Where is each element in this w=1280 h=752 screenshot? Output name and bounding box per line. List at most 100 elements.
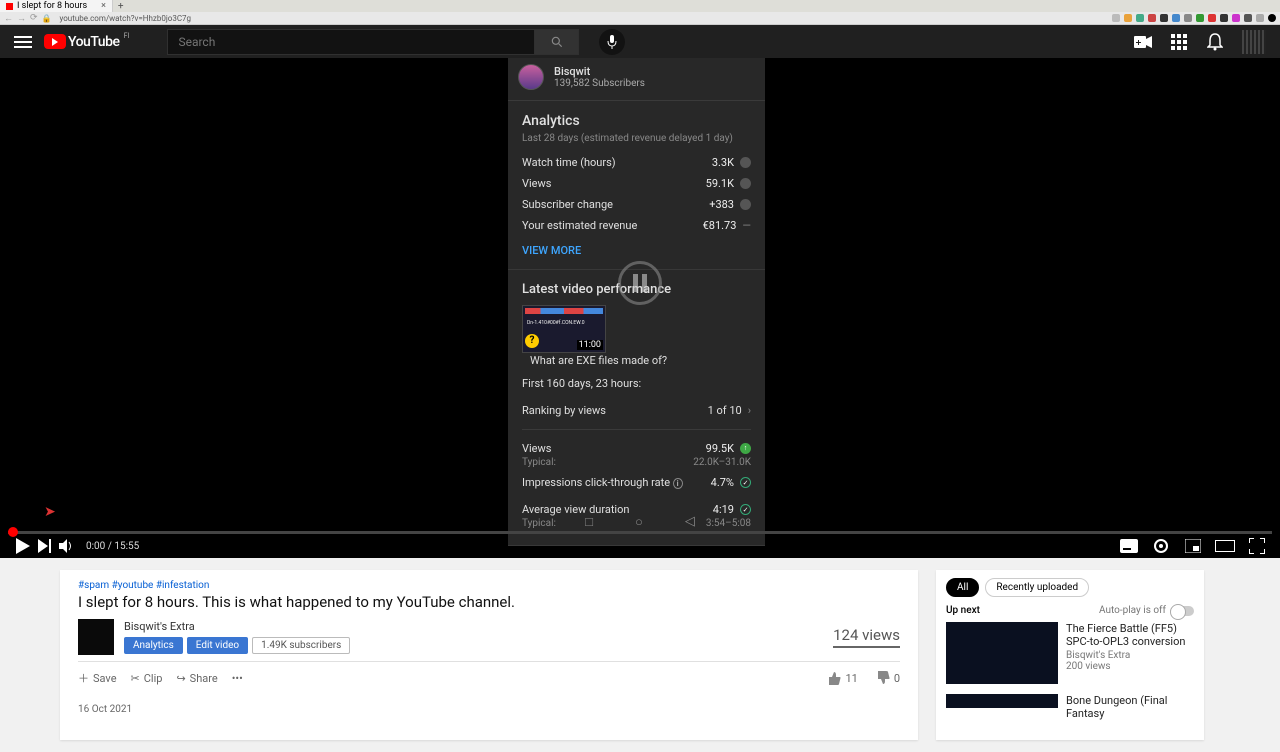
subtitles-button[interactable] (1118, 535, 1140, 557)
ext-icon[interactable] (1220, 14, 1228, 22)
hamburger-icon[interactable] (14, 36, 32, 48)
gear-icon (1153, 538, 1169, 554)
autoplay-toggle[interactable] (1170, 606, 1194, 616)
yt-logo-icon (44, 34, 66, 49)
close-icon[interactable]: × (101, 1, 106, 11)
latest-video-title: What are EXE files made of? (530, 354, 670, 367)
theater-button[interactable] (1214, 535, 1236, 557)
scissors-icon: ✂ (131, 672, 140, 685)
browser-chrome: I slept for 8 hours × + ← → ⟳ 🔒 youtube.… (0, 0, 1280, 25)
lv-ctr: Impressions click-through rate i 4.7% ✓ (522, 472, 751, 493)
rec-channel: Bisqwit's Extra (1066, 650, 1194, 661)
settings-button[interactable] (1150, 535, 1172, 557)
pause-icon (618, 261, 662, 305)
square-icon: □ (585, 514, 593, 530)
search-input[interactable] (167, 29, 535, 55)
video-player[interactable]: ➤ Bisqwit 139,582 Subscribers Analytics … (0, 58, 1280, 558)
ext-icon[interactable] (1112, 14, 1120, 22)
analytics-heading: Analytics (522, 113, 751, 129)
play-button[interactable] (12, 535, 34, 557)
miniplayer-icon (1185, 539, 1201, 553)
ranking-row[interactable]: Ranking by views 1 of 10 › (522, 396, 751, 425)
ext-icon[interactable] (1208, 14, 1216, 22)
channel-name[interactable]: Bisqwit's Extra (124, 620, 833, 633)
metric-value: 4:19 (713, 503, 734, 516)
tab-title: I slept for 8 hours (17, 1, 87, 11)
ext-icon[interactable] (1268, 14, 1276, 22)
video-title: I slept for 8 hours. This is what happen… (78, 593, 900, 611)
browser-tab[interactable]: I slept for 8 hours × (0, 0, 113, 12)
thumb-down-icon (876, 671, 890, 685)
notifications-button[interactable] (1206, 33, 1224, 51)
meta-row: Bisqwit's Extra Analytics Edit video 1.4… (78, 619, 900, 662)
fullscreen-button[interactable] (1246, 535, 1268, 557)
dislike-button[interactable]: 0 (876, 671, 900, 685)
rec-thumbnail (946, 622, 1058, 684)
yt-header: YouTube FI (0, 25, 1280, 58)
extension-tray (1112, 14, 1276, 22)
voice-search-button[interactable] (599, 29, 625, 55)
lv-views-typical: Typical: 22.0K–31.0K (522, 457, 751, 468)
ext-icon[interactable] (1232, 14, 1240, 22)
more-button[interactable]: ••• (232, 672, 243, 685)
analytics-pill[interactable]: Analytics (124, 637, 183, 654)
metric-value: 4.7% (711, 476, 734, 489)
metric-indicator-icon (740, 199, 751, 210)
lv-views: Views 99.5K ↑ (522, 438, 751, 459)
ext-icon[interactable] (1136, 14, 1144, 22)
like-button[interactable]: 11 (827, 671, 857, 685)
channel-avatar-icon (518, 64, 544, 90)
next-button[interactable] (34, 535, 56, 557)
yt-locale: FI (124, 32, 130, 40)
rec-title: Bone Dungeon (Final Fantasy (1066, 694, 1194, 720)
ext-icon[interactable] (1184, 14, 1192, 22)
channel-thumbnail[interactable] (78, 619, 114, 655)
info-icon[interactable]: i (673, 478, 683, 489)
ext-icon[interactable] (1160, 14, 1168, 22)
ext-icon[interactable] (1124, 14, 1132, 22)
edit-video-pill[interactable]: Edit video (187, 637, 248, 654)
ext-icon[interactable] (1172, 14, 1180, 22)
tab-strip: I slept for 8 hours × + (0, 0, 1280, 12)
volume-button[interactable] (56, 535, 78, 557)
url-bar[interactable]: youtube.com/watch?v=Hhzb0jo3C7g (56, 14, 1108, 23)
metric-value: +383 (709, 198, 734, 211)
save-button[interactable]: ＋Save (78, 670, 117, 686)
cursor-icon: ➤ (44, 504, 56, 520)
metric-label: Watch time (hours) (522, 156, 712, 169)
reload-icon[interactable]: ⟳ (30, 13, 38, 23)
miniplayer-button[interactable] (1182, 535, 1204, 557)
nav-bar: ← → ⟳ 🔒 youtube.com/watch?v=Hhzb0jo3C7g (0, 12, 1280, 24)
search-form (167, 29, 579, 55)
views-box: 124 views (833, 626, 900, 648)
rec-title: The Fierce Battle (FF5) SPC-to-OPL3 conv… (1066, 622, 1194, 648)
yt-logo[interactable]: YouTube FI (44, 34, 119, 50)
recommendation-item[interactable]: The Fierce Battle (FF5) SPC-to-OPL3 conv… (946, 622, 1194, 684)
ext-icon[interactable] (1256, 14, 1264, 22)
clip-button[interactable]: ✂Clip (131, 672, 163, 685)
create-button[interactable] (1134, 33, 1152, 51)
view-more-button[interactable]: VIEW MORE (522, 244, 751, 257)
chip-recent[interactable]: Recently uploaded (985, 578, 1089, 597)
share-button[interactable]: ↪Share (176, 672, 217, 685)
recommendation-item[interactable]: Bone Dungeon (Final Fantasy (946, 694, 1194, 722)
header-actions (1134, 30, 1266, 54)
chip-all[interactable]: All (946, 578, 979, 597)
phone-nav-bar: □ ○ ◁ (585, 514, 695, 530)
apps-button[interactable] (1170, 33, 1188, 51)
mic-icon (607, 35, 617, 49)
avatar-button[interactable] (1242, 30, 1266, 54)
hashtags[interactable]: #spam #youtube #infestation (78, 580, 900, 591)
ext-icon[interactable] (1148, 14, 1156, 22)
search-button[interactable] (535, 29, 579, 55)
tab-favicon-icon (6, 3, 13, 10)
new-tab-button[interactable]: + (113, 1, 129, 12)
ext-icon[interactable] (1196, 14, 1204, 22)
ext-icon[interactable] (1244, 14, 1252, 22)
triangle-back-icon: ◁ (685, 514, 695, 530)
latest-video-row[interactable]: Dn-1.410#00#f.CON.EW.0 ? 11:00 What are … (522, 305, 751, 367)
metric-value: 3.3K (712, 156, 734, 169)
forward-icon[interactable]: → (17, 13, 26, 24)
back-icon[interactable]: ← (4, 13, 13, 24)
bell-icon (1207, 33, 1223, 51)
